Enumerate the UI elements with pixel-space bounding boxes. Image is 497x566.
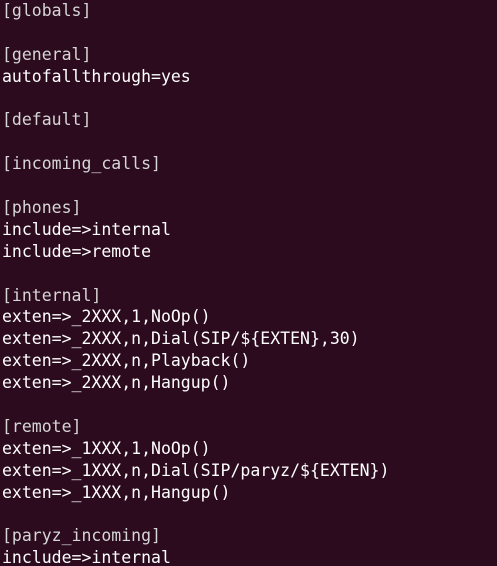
terminal-window[interactable]: [globals] [general] autofallthrough=yes [de… bbox=[0, 0, 497, 566]
config-entry-line: exten=>_2XXX,1,NoOp() bbox=[2, 307, 211, 327]
section-header-line: [phones] bbox=[2, 198, 82, 218]
config-entry-line: exten=>_1XXX,1,NoOp() bbox=[2, 438, 211, 458]
config-entry-line: exten=>_1XXX,n,Hangup() bbox=[2, 482, 231, 502]
terminal-text: [globals] [general] autofallthrough=yes [de… bbox=[2, 0, 497, 566]
config-entry-line: exten=>_2XXX,n,Dial(SIP/${EXTEN},30) bbox=[2, 329, 360, 349]
config-entry-line: exten=>_1XXX,n,Dial(SIP/paryz/${EXTEN}) bbox=[2, 460, 390, 480]
config-entry-line: exten=>_2XXX,n,Playback() bbox=[2, 351, 251, 371]
section-header-line: [general] bbox=[2, 44, 92, 64]
config-entry-line: include=>remote bbox=[2, 241, 152, 261]
section-header-line: [default] bbox=[2, 110, 92, 130]
config-entry-line: include=>internal bbox=[2, 219, 171, 239]
config-entry-line: autofallthrough=yes bbox=[2, 66, 191, 86]
config-entry-line: include=>internal bbox=[2, 548, 171, 566]
section-header-line: [internal] bbox=[2, 285, 102, 305]
section-header-line: [globals] bbox=[2, 1, 92, 20]
section-header-line: [paryz_incoming] bbox=[2, 526, 161, 546]
section-header-line: [remote] bbox=[2, 416, 82, 436]
section-header-line: [incoming_calls] bbox=[2, 154, 161, 174]
config-entry-line: exten=>_2XXX,n,Hangup() bbox=[2, 373, 231, 393]
